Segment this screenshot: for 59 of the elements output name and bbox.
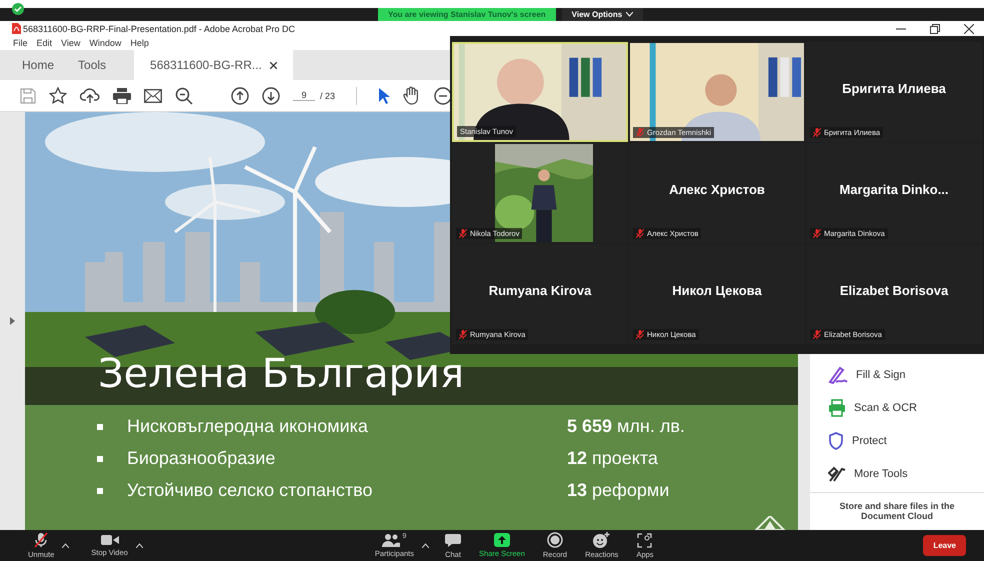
share-screen-icon xyxy=(494,533,510,547)
pen-signature-icon xyxy=(828,366,848,384)
screen-share-banner: You are viewing Stanislav Tunov's screen xyxy=(378,8,556,21)
caret-icon[interactable] xyxy=(62,543,70,548)
video-camera-icon xyxy=(100,534,119,546)
apps-icon xyxy=(637,532,652,548)
record-icon xyxy=(546,532,563,548)
tool-item[interactable]: Fill & Sign xyxy=(810,358,984,391)
leave-button[interactable]: Leave xyxy=(923,535,966,556)
promo-text: Store and share files in the Document Cloud xyxy=(810,492,984,529)
close-tab-icon[interactable] xyxy=(270,62,277,68)
amount-text: 5 659 млн. лв. xyxy=(567,416,685,437)
bullet-text: Нисковъглеродна икономика xyxy=(127,416,369,437)
shield-icon xyxy=(828,432,844,450)
restore-icon[interactable] xyxy=(930,24,940,34)
amount-text: 13 реформи xyxy=(567,480,670,501)
search-icon[interactable] xyxy=(175,86,193,104)
star-icon[interactable] xyxy=(49,87,67,104)
muted-microphone-icon xyxy=(33,532,50,548)
participant-name: Elizabet Borisova xyxy=(840,282,948,298)
menu-item[interactable]: Window xyxy=(89,38,122,48)
close-icon[interactable] xyxy=(964,24,974,34)
view-options-button[interactable]: View Options xyxy=(562,8,644,21)
scanner-icon xyxy=(828,398,846,416)
bullet-text: Устойчиво селско стопанство xyxy=(127,480,374,501)
save-icon[interactable] xyxy=(20,88,36,104)
tool-item[interactable]: More Tools xyxy=(810,457,984,490)
bullet-icon xyxy=(97,456,103,462)
tab[interactable]: 568311600-BG-RR... xyxy=(134,50,293,80)
bullet-icon xyxy=(97,488,103,494)
pointer-cursor-icon[interactable] xyxy=(378,87,390,104)
printer-icon[interactable] xyxy=(113,88,131,104)
menu-item[interactable]: File xyxy=(13,38,28,48)
next-page-icon[interactable] xyxy=(262,86,280,104)
mail-icon[interactable] xyxy=(144,88,162,102)
participant-name: Бригита Илиева xyxy=(842,80,946,96)
tool-item[interactable]: Protect xyxy=(810,424,984,457)
chat-bubble-icon xyxy=(445,532,462,548)
tool-item[interactable]: Scan & OCR xyxy=(810,391,984,424)
tools-icon xyxy=(828,466,846,482)
menu-item[interactable]: Edit xyxy=(36,38,52,48)
bullet-text: Биоразнообразие xyxy=(127,448,276,469)
tab[interactable]: Home xyxy=(10,50,66,80)
menu-item[interactable]: View xyxy=(61,38,80,48)
caret-icon[interactable] xyxy=(136,543,143,548)
participant-name: Margarita Dinko... xyxy=(839,182,949,196)
window-title: 568311600-BG-RRP-Final-Presentation.pdf - Adobe Acrobat Pro DC xyxy=(23,24,295,34)
menu-item[interactable]: Help xyxy=(130,38,149,48)
cloud-upload-icon[interactable] xyxy=(80,88,100,104)
caret-icon[interactable] xyxy=(422,543,430,548)
previous-page-icon[interactable] xyxy=(231,86,249,104)
bullet-icon xyxy=(97,424,103,430)
page-number-field[interactable]: 9 xyxy=(293,90,315,101)
caret-icon xyxy=(626,12,634,17)
amount-text: 12 проекта xyxy=(567,448,658,469)
people-icon xyxy=(382,533,400,547)
expand-panel-icon[interactable] xyxy=(10,317,15,325)
tab[interactable]: Tools xyxy=(66,50,118,80)
page-count: / 23 xyxy=(320,90,336,100)
